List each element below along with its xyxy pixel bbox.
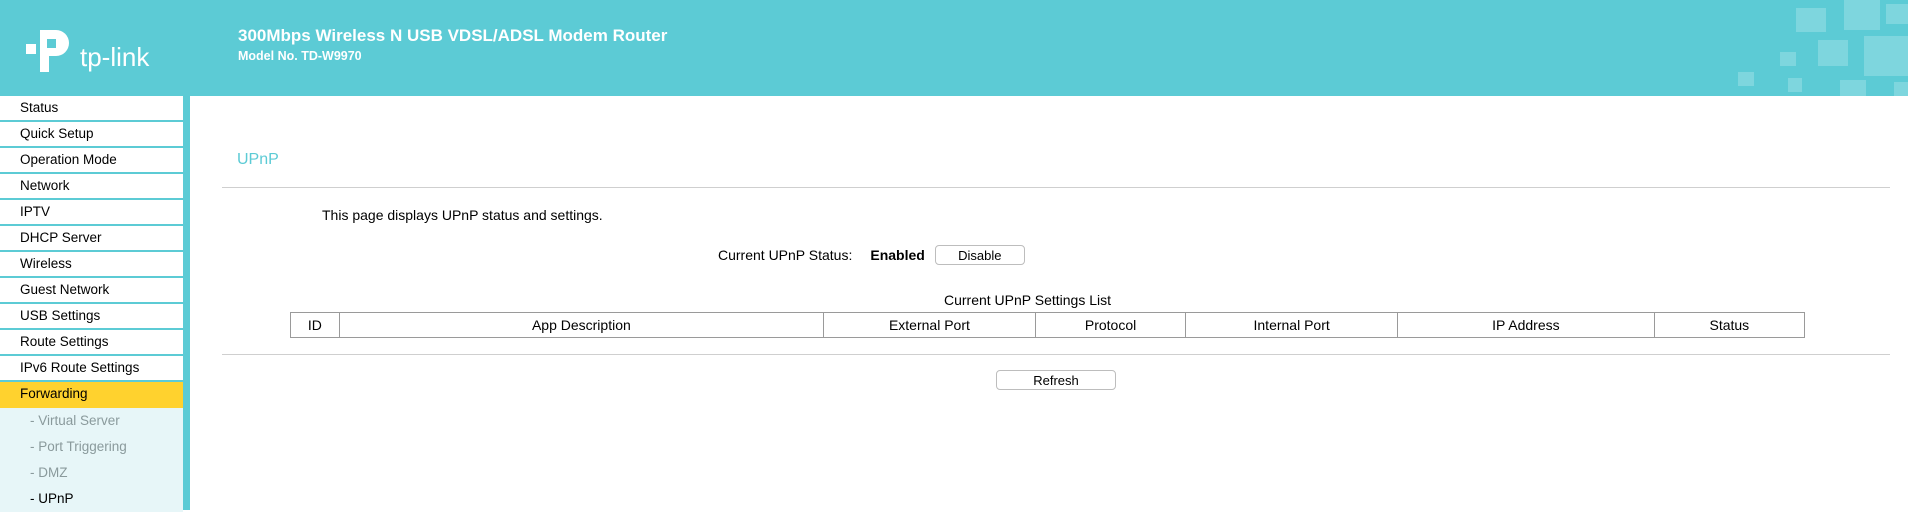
sidebar-item-ipv6-route-settings[interactable]: IPv6 Route Settings <box>0 356 183 382</box>
submenu-item-port-triggering[interactable]: - Port Triggering <box>0 434 183 460</box>
settings-list-caption: Current UPnP Settings List <box>943 292 1112 308</box>
sidebar-item-dhcp-server[interactable]: DHCP Server <box>0 226 183 252</box>
sidebar-item-quick-setup[interactable]: Quick Setup <box>0 122 183 148</box>
sidebar-item-route-settings[interactable]: Route Settings <box>0 330 183 356</box>
upnp-status-row: Current UPnP Status: Enabled Disable <box>718 245 1025 265</box>
sidebar-item-operation-mode[interactable]: Operation Mode <box>0 148 183 174</box>
submenu-item-virtual-server[interactable]: - Virtual Server <box>0 408 183 434</box>
sidebar-item-network[interactable]: Network <box>0 174 183 200</box>
table-header-row: ID App Description External Port Protoco… <box>290 312 1806 338</box>
column-header-app-description: App Description <box>338 312 824 338</box>
sidebar-item-status[interactable]: Status <box>0 96 183 122</box>
column-header-external-port: External Port <box>822 312 1036 338</box>
disable-button[interactable]: Disable <box>934 245 1025 265</box>
product-title: 300Mbps Wireless N USB VDSL/ADSL Modem R… <box>238 26 668 45</box>
divider-bottom <box>222 354 1890 355</box>
upnp-status-value: Enabled <box>870 247 925 263</box>
sidebar-item-iptv[interactable]: IPTV <box>0 200 183 226</box>
refresh-button[interactable]: Refresh <box>996 370 1116 390</box>
upnp-status-label: Current UPnP Status: <box>718 247 853 263</box>
forwarding-submenu: - Virtual Server - Port Triggering - DMZ… <box>0 408 183 512</box>
upnp-settings-table: ID App Description External Port Protoco… <box>290 312 1806 338</box>
sidebar-menu: Status Quick Setup Operation Mode Networ… <box>0 96 183 512</box>
column-header-protocol: Protocol <box>1034 312 1187 338</box>
column-header-internal-port: Internal Port <box>1185 312 1399 338</box>
page-description: This page displays UPnP status and setti… <box>322 207 603 223</box>
sidebar-item-usb-settings[interactable]: USB Settings <box>0 304 183 330</box>
model-number: Model No. TD-W9970 <box>238 49 362 63</box>
header-decoration <box>1738 0 1908 96</box>
main-content: UPnP This page displays UPnP status and … <box>190 96 1908 510</box>
column-header-status: Status <box>1653 312 1806 338</box>
sidebar-divider <box>183 96 190 510</box>
sidebar: Status Quick Setup Operation Mode Networ… <box>0 96 190 512</box>
page-title: UPnP <box>237 151 279 168</box>
product-info: 300Mbps Wireless N USB VDSL/ADSL Modem R… <box>238 26 667 63</box>
sidebar-item-forwarding[interactable]: Forwarding <box>0 382 183 408</box>
brand-name: tp-link <box>80 42 150 72</box>
divider-top <box>222 187 1890 188</box>
sidebar-item-wireless[interactable]: Wireless <box>0 252 183 278</box>
submenu-item-upnp[interactable]: - UPnP <box>0 486 183 512</box>
tp-link-logo: tp-link <box>22 26 162 78</box>
column-header-ip-address: IP Address <box>1397 312 1655 338</box>
header-bar: tp-link 300Mbps Wireless N USB VDSL/ADSL… <box>0 0 1908 96</box>
submenu-item-dmz[interactable]: - DMZ <box>0 460 183 486</box>
sidebar-item-guest-network[interactable]: Guest Network <box>0 278 183 304</box>
tp-link-logo-icon <box>26 30 69 72</box>
column-header-id: ID <box>290 312 340 338</box>
